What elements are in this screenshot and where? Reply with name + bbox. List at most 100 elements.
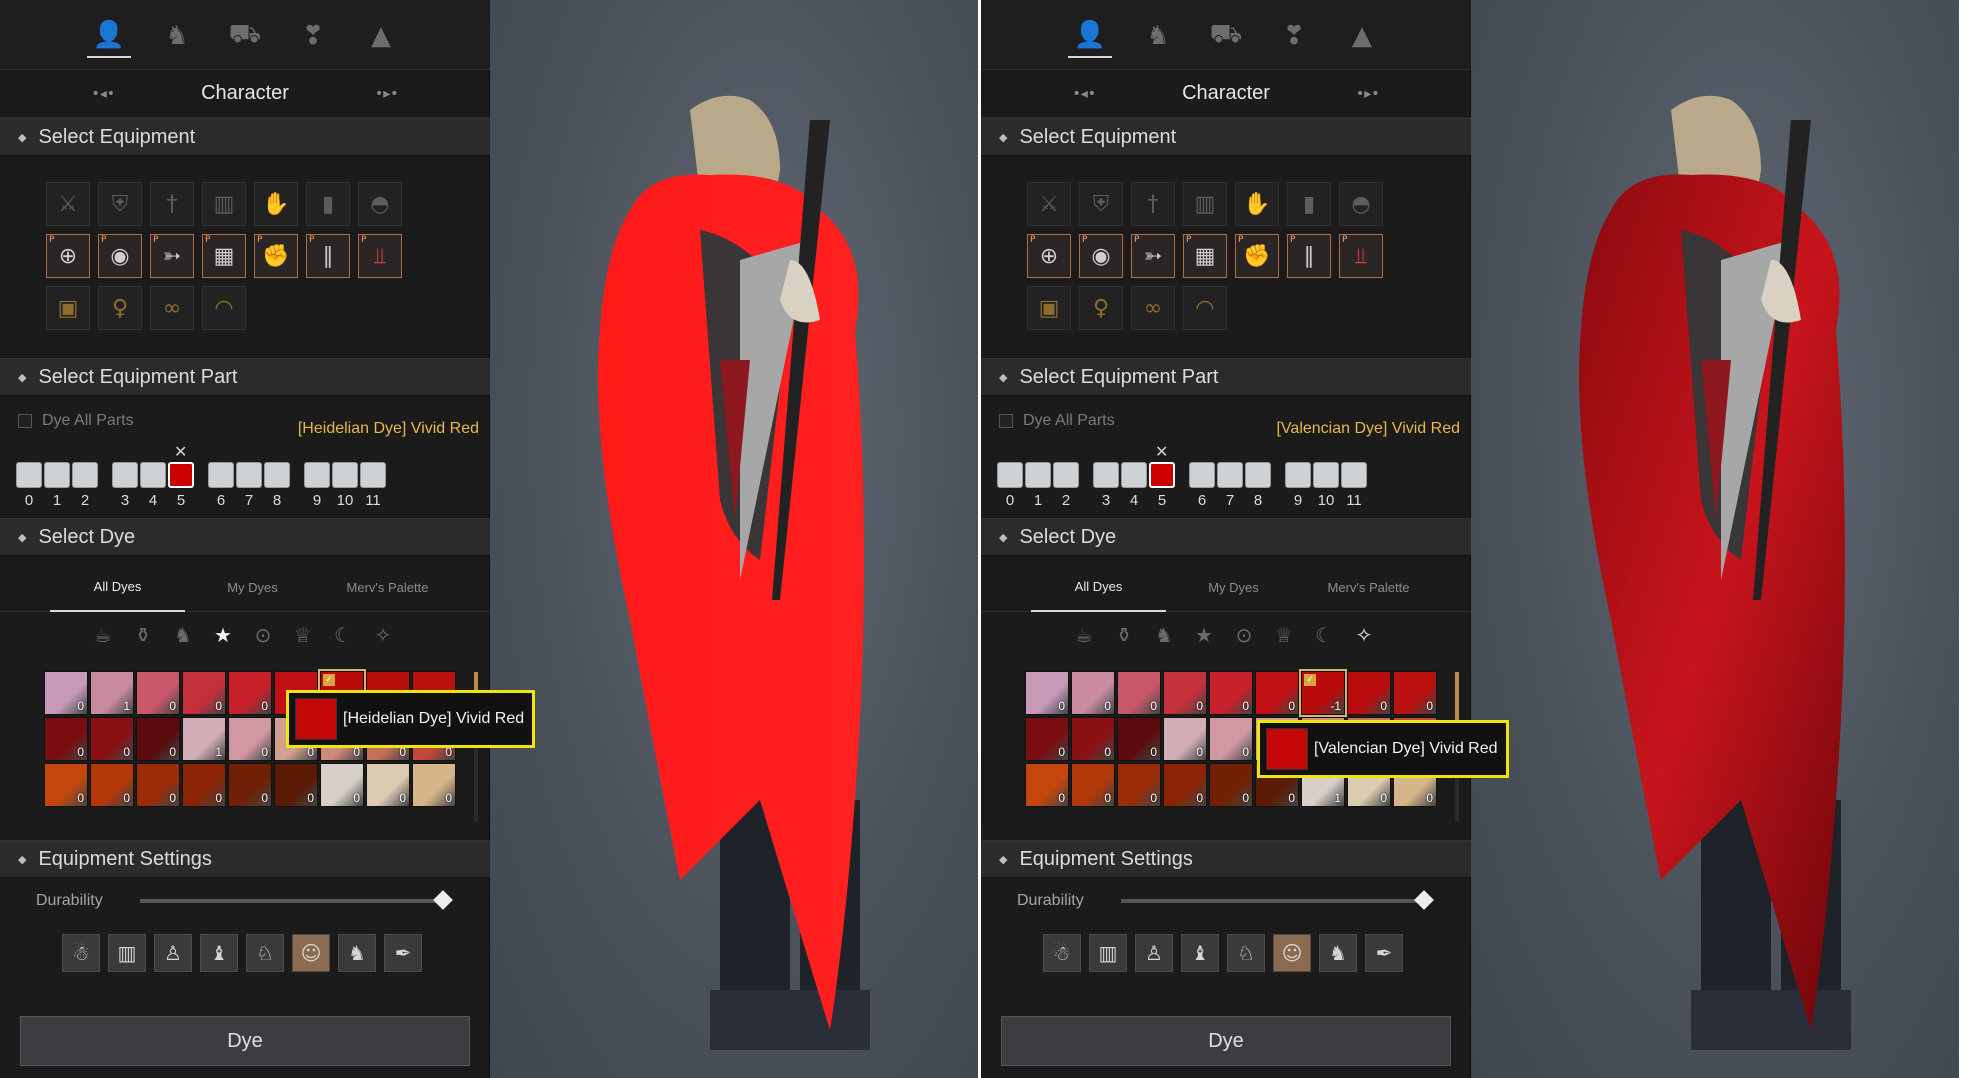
dye-swatch[interactable]: 0 [1117,671,1161,715]
glasses-slot[interactable]: ∞ [150,286,194,330]
dye-swatch[interactable]: 0 [1025,671,1069,715]
pose-mask-button[interactable]: ☃ [62,934,100,972]
bracer-slot[interactable]: P ◉ [1079,234,1123,278]
part-slot-4[interactable] [1121,462,1147,488]
part-slot-5[interactable] [168,462,194,488]
crossbow-slot[interactable]: P ⊕ [1027,234,1071,278]
pot-icon[interactable]: ☕ [90,622,116,648]
horns-slot[interactable]: P ⫫ [358,234,402,278]
dye-swatch[interactable]: 0 [1071,763,1115,807]
shield-slot[interactable]: ⛨ [1079,182,1123,226]
vase-icon[interactable]: ⚱ [130,622,156,648]
horse-head-icon[interactable]: ♞ [170,622,196,648]
part-slot-3[interactable] [1093,462,1119,488]
vest-slot[interactable]: ▣ [1027,286,1071,330]
dye-swatch[interactable]: 0 [412,763,456,807]
character-viewport[interactable] [1471,0,1959,1078]
pose-mask-button[interactable]: ☃ [1043,934,1081,972]
dye-all-checkbox[interactable] [18,414,32,428]
dye-all-parts[interactable]: Dye All Parts [999,412,1115,430]
dye-swatch[interactable]: 0 [274,763,318,807]
prev-arrow-icon[interactable]: •◂• [91,86,115,102]
vest-slot[interactable]: ▣ [46,286,90,330]
dye-swatch[interactable]: 1 [182,717,226,761]
part-slot-1[interactable] [44,462,70,488]
vase-icon[interactable]: ⚱ [1111,622,1137,648]
bow-slot[interactable]: P ➳ [150,234,194,278]
dye-swatch[interactable]: 0 [1025,763,1069,807]
crossbow-slot[interactable]: P ⊕ [46,234,90,278]
pose-portrait-button[interactable]: ☺ [292,934,330,972]
dye-swatch[interactable]: 0 [136,763,180,807]
part-slot-11[interactable] [360,462,386,488]
character-viewport[interactable] [490,0,978,1078]
pose-feather-button[interactable]: ✒ [384,934,422,972]
part-slot-9[interactable] [1285,462,1311,488]
dye-all-parts[interactable]: Dye All Parts [18,412,134,430]
part-slot-7[interactable] [1217,462,1243,488]
lion-icon[interactable]: ★ [1191,622,1217,648]
dye-swatch[interactable]: 0 [1117,717,1161,761]
boot-slot[interactable]: ▮ [1287,182,1331,226]
costume-shirt-slot[interactable]: P ▦ [1183,234,1227,278]
shirt-slot[interactable]: ▥ [202,182,246,226]
dye-swatch[interactable]: 0 [1209,671,1253,715]
star-icon[interactable]: ✧ [370,622,396,648]
pose-feather-button[interactable]: ✒ [1365,934,1403,972]
dye-swatch[interactable]: 0 [1117,763,1161,807]
tab-my-dyes[interactable]: My Dyes [1166,562,1301,612]
part-slot-5[interactable] [1149,462,1175,488]
shield-slot[interactable]: ⛨ [98,182,142,226]
pose-shirt-button[interactable]: ▥ [108,934,146,972]
glove-slot[interactable]: ✋ [254,182,298,226]
pose-seated-button[interactable]: ♙ [1135,934,1173,972]
dye-swatch[interactable]: 0 [1163,671,1207,715]
part-slot-10[interactable] [1313,462,1339,488]
character-icon[interactable]: 👤 [87,14,131,58]
pose-ride-button[interactable]: ♞ [1319,934,1357,972]
dagger-slot[interactable]: † [150,182,194,226]
dye-swatch[interactable]: 0 [228,763,272,807]
pet-icon[interactable]: ❣ [1272,14,1316,58]
dye-swatch[interactable]: 0 [1025,717,1069,761]
costume-shirt-slot[interactable]: P ▦ [202,234,246,278]
sword-slot[interactable]: ⚔ [1027,182,1071,226]
gauntlet-slot[interactable]: P ✊ [1235,234,1279,278]
part-slot-8[interactable] [1245,462,1271,488]
horns-slot[interactable]: P ⫫ [1339,234,1383,278]
part-slot-1[interactable] [1025,462,1051,488]
lion-icon[interactable]: ★ [210,622,236,648]
dye-swatch[interactable]: 0 [44,763,88,807]
dye-swatch[interactable]: 0 [1393,671,1437,715]
lips-slot[interactable]: ◠ [1183,286,1227,330]
dye-swatch[interactable]: 0 [1071,717,1115,761]
pose-shirt-button[interactable]: ▥ [1089,934,1127,972]
prev-arrow-icon[interactable]: •◂• [1072,86,1096,102]
dagger-slot[interactable]: † [1131,182,1175,226]
boot-slot[interactable]: ▮ [306,182,350,226]
glasses-slot[interactable]: ∞ [1131,286,1175,330]
dye-swatch[interactable]: 0 [1071,671,1115,715]
pose-crouch-button[interactable]: ♝ [1181,934,1219,972]
dye-swatch[interactable]: 0 [182,763,226,807]
dye-swatch[interactable]: 0 [136,717,180,761]
pot-icon[interactable]: ☕ [1071,622,1097,648]
character-icon[interactable]: 👤 [1068,14,1112,58]
dye-all-checkbox[interactable] [999,414,1013,428]
pose-crouch-button[interactable]: ♝ [200,934,238,972]
dye-swatch[interactable]: 0 [1209,763,1253,807]
tent-icon[interactable]: ▲ [1340,14,1384,58]
tab-all-dyes[interactable]: All Dyes [1031,562,1166,612]
dye-swatch[interactable]: 0 [1163,717,1207,761]
eagle-icon[interactable]: ♕ [290,622,316,648]
dye-swatch[interactable]: 0 [1347,671,1391,715]
dye-swatch[interactable]: 0 [182,671,226,715]
compass-icon[interactable]: ⊙ [1231,622,1257,648]
bow-slot[interactable]: P ➳ [1131,234,1175,278]
dye-button[interactable]: Dye [1001,1016,1451,1066]
star-icon[interactable]: ✧ [1351,622,1377,648]
glove-slot[interactable]: ✋ [1235,182,1279,226]
dye-swatch[interactable]: 0 [1209,717,1253,761]
part-slot-4[interactable] [140,462,166,488]
sword-slot[interactable]: ⚔ [46,182,90,226]
